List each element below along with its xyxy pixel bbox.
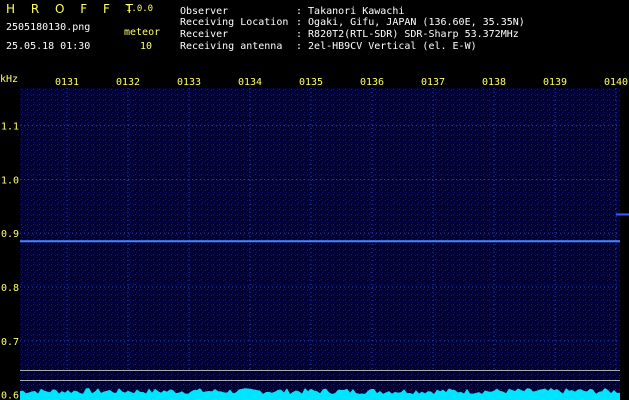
x-tick-label: 0140 [604, 77, 628, 88]
x-tick-label: 0138 [482, 77, 506, 88]
x-tick-label: 0137 [421, 77, 445, 88]
x-tick-label: 0134 [238, 77, 262, 88]
y-axis-ticks: 1.1 1.0 0.9 0.8 0.7 0.6 [1, 122, 19, 400]
app-version: 1.0.0 [126, 4, 154, 14]
plot-background [20, 88, 620, 400]
y-tick-label: 1.0 [1, 175, 19, 186]
info-value-location: : Ogaki, Gifu, JAPAN (136.60E, 35.35N) [296, 17, 525, 28]
x-tick-label: 0132 [116, 77, 140, 88]
info-key-location: Receiving Location [180, 17, 289, 28]
header-panel: H R O F F T 1.0.0 2505180130.png 25.05.1… [0, 0, 629, 74]
y-axis-label: kHz [0, 74, 18, 85]
file-name: 2505180130.png [6, 22, 91, 33]
timestamp: 25.05.18 01:30 [6, 41, 91, 52]
meteor-label: meteor [124, 27, 161, 38]
x-tick-label: 0133 [177, 77, 201, 88]
x-tick-label: 0131 [55, 77, 79, 88]
x-axis-ticks: 0131 0132 0133 0134 0135 0136 0137 0138 0139 0140 [55, 77, 628, 88]
info-value-antenna: : 2el-HB9CV Vertical (el. E-W) [296, 41, 477, 52]
x-tick-label: 0139 [543, 77, 567, 88]
app-logo: H R O F F T [6, 2, 140, 16]
lower-band-line [20, 370, 620, 371]
x-tick-label: 0135 [299, 77, 323, 88]
y-tick-label: 0.8 [1, 283, 19, 294]
x-tick-label: 0136 [360, 77, 384, 88]
y-tick-label: 0.7 [1, 337, 19, 348]
spectrogram-chart: kHz 0131 0132 0133 0134 0135 0136 0137 0138 0139… [0, 74, 629, 400]
meteor-count: 10 [140, 41, 153, 52]
info-key-antenna: Receiving antenna [180, 41, 283, 52]
info-key-receiver: Receiver [180, 29, 229, 40]
info-value-receiver: : R820T2(RTL-SDR) SDR-Sharp 53.372MHz [296, 29, 519, 40]
y-tick-label: 1.1 [1, 122, 19, 133]
y-tick-label: 0.9 [1, 229, 19, 240]
lower-band-line-2 [20, 380, 620, 381]
y-tick-label: 0.6 [1, 391, 19, 400]
